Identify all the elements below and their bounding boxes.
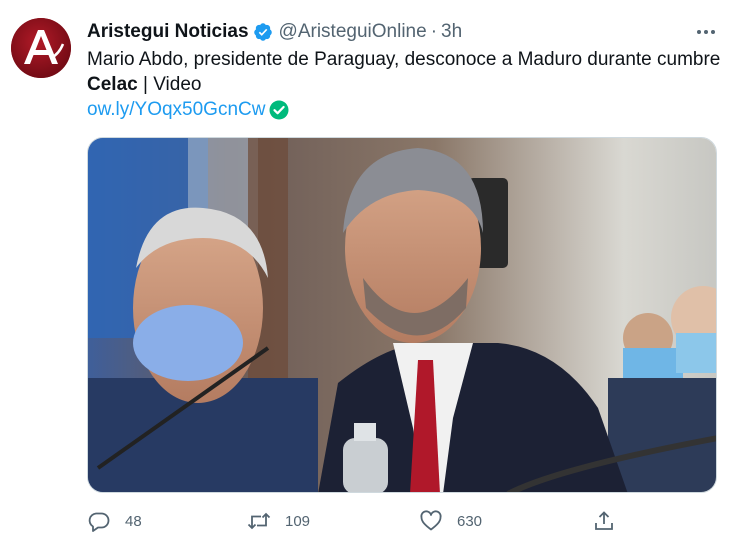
tweet-header: Aristegui Noticias @AristeguiOnline · 3h (87, 19, 462, 45)
tweet-media-image[interactable] (87, 137, 717, 493)
retweet-button[interactable]: 109 (247, 506, 310, 536)
heart-icon (420, 510, 442, 531)
tweet-text-main: Mario Abdo, presidente de Paraguay, desc… (87, 49, 721, 70)
verified-badge-icon (253, 23, 272, 41)
tweet-text: Mario Abdo, presidente de Paraguay, desc… (87, 47, 727, 97)
share-button[interactable] (592, 506, 616, 536)
tweet-text-suffix: | Video (137, 74, 202, 95)
like-button[interactable]: 630 (419, 506, 482, 536)
media-photo (88, 138, 716, 492)
display-name[interactable]: Aristegui Noticias (87, 21, 249, 43)
avatar-logo (11, 18, 71, 78)
reply-button[interactable]: 48 (87, 506, 142, 536)
handle[interactable]: @AristeguiOnline (279, 21, 427, 43)
tweet-link[interactable]: ow.ly/YOqx50GcnCw (87, 97, 265, 122)
retweet-icon (247, 512, 271, 530)
tweet-link-row: ow.ly/YOqx50GcnCw (87, 97, 289, 122)
tweet-text-bold: Celac (87, 74, 138, 95)
tweet-actions: 48 109 630 (87, 506, 627, 536)
check-circle-icon (269, 100, 289, 119)
retweet-count: 109 (285, 512, 311, 530)
tweet-card[interactable]: Aristegui Noticias @AristeguiOnline · 3h… (0, 0, 744, 554)
share-icon (595, 511, 613, 530)
timestamp[interactable]: 3h (441, 21, 462, 43)
like-count: 630 (457, 512, 483, 530)
more-options-icon[interactable] (694, 22, 718, 42)
avatar[interactable] (11, 18, 71, 78)
reply-icon (88, 512, 110, 532)
separator-dot: · (430, 21, 438, 42)
reply-count: 48 (125, 512, 142, 530)
